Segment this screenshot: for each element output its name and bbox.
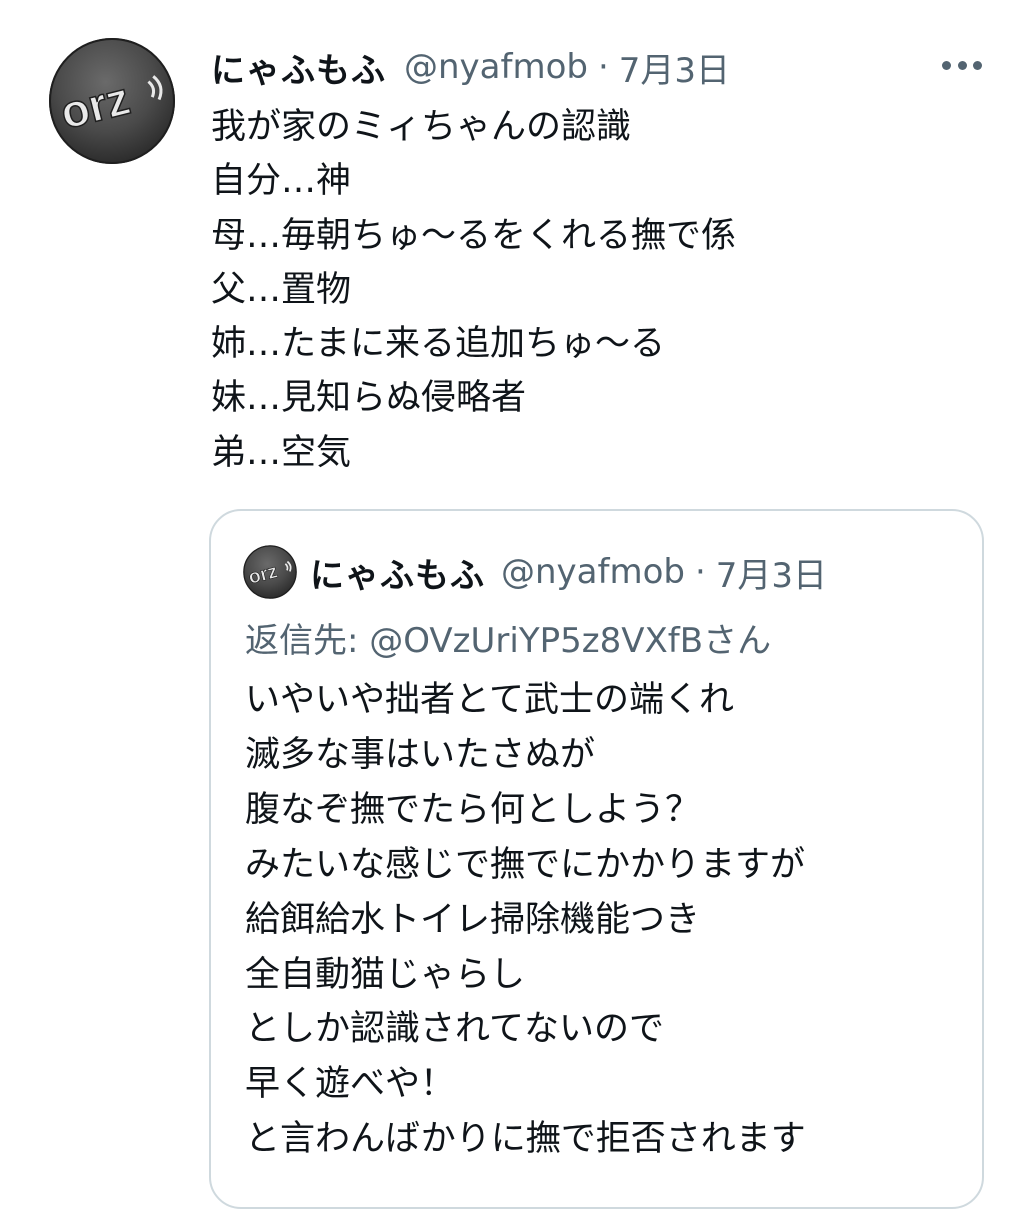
- tweet-line: 姉…たまに来る追加ちゅ〜る: [211, 324, 665, 365]
- quoted-tweet-line: 給餌給水トイレ掃除機能つき: [245, 899, 701, 940]
- quoted-author-name[interactable]: にゃふもふ: [310, 548, 485, 597]
- tweet-line: 自分…神: [211, 161, 352, 202]
- tweet-text: 我が家のミィちゃんの認識 自分…神 母…毎朝ちゅ〜るをくれる撫で係 父…置物 姉…: [211, 100, 736, 480]
- dot-icon: [957, 60, 967, 70]
- quoted-tweet-date[interactable]: 7月3日: [716, 548, 827, 597]
- avatar[interactable]: orz: [48, 37, 176, 165]
- author-handle[interactable]: @nyafmob: [404, 47, 588, 87]
- quoted-separator-dot: ·: [694, 552, 706, 592]
- quoted-tweet-line: 滅多な事はいたさぬが: [245, 734, 596, 775]
- quoted-tweet-line: と言わんばかりに撫で拒否されます: [245, 1119, 806, 1160]
- quoted-tweet-line: 腹なぞ撫でたら何としよう？: [245, 789, 701, 830]
- tweet-line: 妹…見知らぬ侵略者: [211, 378, 527, 419]
- reply-to-label[interactable]: 返信先: @OVzUriYP5z8VXfBさん: [245, 613, 771, 662]
- tweet-date[interactable]: 7月3日: [619, 43, 730, 92]
- quoted-tweet-text: いやいや拙者とて武士の端くれ 滅多な事はいたさぬが 腹なぞ撫でたら何としよう？ …: [245, 673, 806, 1167]
- author-name[interactable]: にゃふもふ: [211, 43, 386, 92]
- tweet-line: 母…毎朝ちゅ〜るをくれる撫で係: [211, 215, 737, 256]
- quoted-author-handle[interactable]: @nyafmob: [501, 552, 685, 592]
- tweet: orz にゃふもふ @nyafmob · 7月3日 我が家のミィちゃんの認識 自…: [0, 0, 1031, 1209]
- quoted-tweet-line: としか認識されてないので: [245, 1009, 664, 1050]
- dot-icon: [942, 60, 951, 70]
- tweet-line: 弟…空気: [211, 432, 352, 473]
- separator-dot: ·: [597, 47, 609, 87]
- tweet-line: 父…置物: [211, 269, 352, 310]
- quoted-tweet-line: 全自動猫じゃらし: [245, 954, 526, 995]
- quoted-tweet-line: 早く遊べや！: [245, 1064, 456, 1105]
- quoted-tweet-line: みたいな感じで撫でにかかりますが: [245, 844, 806, 885]
- quoted-avatar[interactable]: orz: [243, 545, 297, 599]
- dot-icon: [973, 60, 982, 70]
- tweet-line: 我が家のミィちゃんの認識: [211, 107, 632, 147]
- more-options-icon[interactable]: [942, 58, 982, 72]
- tweet-header: にゃふもふ @nyafmob · 7月3日: [211, 42, 730, 92]
- quoted-tweet-line: いやいや拙者とて武士の端くれ: [245, 680, 734, 720]
- quoted-tweet-header: にゃふもふ @nyafmob · 7月3日: [310, 548, 827, 596]
